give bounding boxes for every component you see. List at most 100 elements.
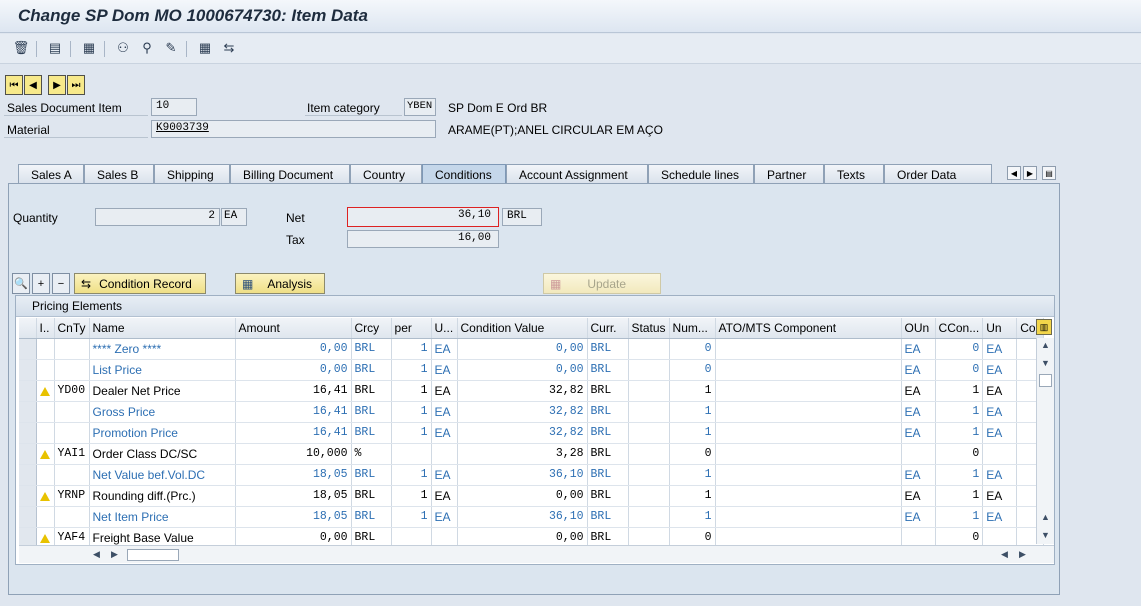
col-amount[interactable]: 18,05 [235, 464, 352, 486]
col-un[interactable]: EA [982, 359, 1018, 381]
partner-icon[interactable]: ⚇ [114, 39, 132, 57]
col-uom[interactable]: EA [431, 338, 458, 360]
col-amount[interactable]: 18,05 [235, 485, 352, 507]
col-status[interactable] [628, 380, 670, 402]
col-curr[interactable]: BRL [587, 401, 629, 423]
tab-list-icon[interactable]: ▤ [1042, 166, 1056, 180]
col-name[interactable]: Promotion Price [89, 422, 236, 444]
col-name[interactable]: Dealer Net Price [89, 380, 236, 402]
col-ccon[interactable]: 1 [935, 464, 984, 486]
edit-icon[interactable]: ✎ [162, 39, 180, 57]
col-name[interactable]: Net Value bef.Vol.DC [89, 464, 236, 486]
col-condition-value[interactable]: 32,82 [457, 380, 588, 402]
row-selector[interactable] [19, 359, 37, 381]
col-oun[interactable] [901, 443, 936, 465]
quantity-unit-field[interactable]: EA [221, 208, 247, 226]
col-status[interactable] [628, 506, 670, 528]
delete-row-icon[interactable]: − [52, 273, 70, 294]
tax-field[interactable]: 16,00 [347, 230, 499, 248]
col-curr[interactable]: BRL [587, 422, 629, 444]
scroll-up-bottom-icon[interactable]: ▲ [1041, 512, 1050, 522]
col-curr[interactable]: BRL [587, 485, 629, 507]
col-header-amount[interactable]: Amount [235, 318, 352, 339]
col-un[interactable]: EA [982, 338, 1018, 360]
col-ccon[interactable]: 1 [935, 506, 984, 528]
col-condition-value[interactable]: 36,10 [457, 506, 588, 528]
col-crcy[interactable]: % [351, 443, 392, 465]
scroll-left-end-icon[interactable]: ◀ [1001, 549, 1008, 560]
scroll-right-icon[interactable]: ▶ [111, 549, 118, 560]
col-cnty[interactable] [54, 506, 90, 528]
col-status[interactable] [628, 443, 670, 465]
col-oun[interactable]: EA [901, 485, 936, 507]
col-num[interactable]: 1 [669, 422, 716, 444]
next-item-button[interactable]: ▶ [48, 75, 66, 95]
col-header-indicator[interactable]: I.. [36, 318, 55, 339]
col-num[interactable]: 0 [669, 338, 716, 360]
col-header-condition-value[interactable]: Condition Value [457, 318, 588, 339]
quantity-field[interactable]: 2 [95, 208, 220, 226]
col-status[interactable] [628, 464, 670, 486]
condition-record-button[interactable]: ⇆ Condition Record [74, 273, 206, 294]
col-oun[interactable]: EA [901, 359, 936, 381]
col-un[interactable]: EA [982, 464, 1018, 486]
find-icon[interactable]: ⚲ [138, 39, 156, 57]
col-name[interactable]: Order Class DC/SC [89, 443, 236, 465]
col-uom[interactable]: EA [431, 359, 458, 381]
net-field[interactable]: 36,10 [347, 207, 499, 227]
net-currency-field[interactable]: BRL [502, 208, 542, 226]
col-per[interactable]: 1 [391, 422, 432, 444]
col-cnty[interactable] [54, 338, 90, 360]
col-condition-value[interactable]: 0,00 [457, 485, 588, 507]
col-condition-value[interactable]: 36,10 [457, 464, 588, 486]
col-per[interactable]: 1 [391, 380, 432, 402]
col-ato-mts[interactable] [715, 506, 902, 528]
col-num[interactable]: 0 [669, 359, 716, 381]
col-header-oun[interactable]: OUn [901, 318, 936, 339]
col-oun[interactable]: EA [901, 464, 936, 486]
col-un[interactable]: EA [982, 485, 1018, 507]
col-status[interactable] [628, 401, 670, 423]
col-cnty[interactable]: YD00 [54, 380, 90, 402]
col-header-uom[interactable]: U... [431, 318, 458, 339]
item-overview-icon[interactable]: ▦ [80, 39, 98, 57]
col-curr[interactable]: BRL [587, 506, 629, 528]
col-amount[interactable]: 10,000 [235, 443, 352, 465]
item-category-field[interactable]: YBEN [404, 98, 436, 116]
col-ato-mts[interactable] [715, 401, 902, 423]
col-per[interactable]: 1 [391, 338, 432, 360]
col-header-status[interactable]: Status [628, 318, 670, 339]
table-row[interactable]: YD00 Dealer Net Price 16,41 BRL 1 EA 32,82 BRL 1… [19, 380, 1044, 402]
condition-detail-icon[interactable]: 🔍 [12, 273, 30, 294]
tab-partner[interactable]: Partner [754, 164, 824, 184]
col-per[interactable]: 1 [391, 506, 432, 528]
col-curr[interactable]: BRL [587, 338, 629, 360]
first-item-button[interactable]: ⏮ [5, 75, 23, 95]
column-settings-icon[interactable]: ▥ [1036, 319, 1052, 335]
calculator-icon[interactable]: ▦ [196, 39, 214, 57]
col-cnty[interactable] [54, 401, 90, 423]
tab-scroll-right-icon[interactable]: ▶ [1023, 166, 1037, 180]
row-selector[interactable] [19, 401, 37, 423]
col-ccon[interactable]: 0 [935, 359, 984, 381]
col-num[interactable]: 1 [669, 380, 716, 402]
scroll-left-icon[interactable]: ◀ [93, 549, 100, 560]
col-amount[interactable]: 16,41 [235, 380, 352, 402]
scroll-right-end-icon[interactable]: ▶ [1019, 549, 1026, 560]
col-ato-mts[interactable] [715, 443, 902, 465]
col-ccon[interactable]: 1 [935, 422, 984, 444]
col-header-crcy[interactable]: Crcy [351, 318, 392, 339]
col-uom[interactable]: EA [431, 422, 458, 444]
col-per[interactable]: 1 [391, 359, 432, 381]
sales-doc-item-field[interactable]: 10 [151, 98, 197, 116]
col-status[interactable] [628, 422, 670, 444]
col-header-ccon[interactable]: CCon... [935, 318, 984, 339]
table-row[interactable]: Promotion Price 16,41 BRL 1 EA 32,82 BRL 1 EA 1 EA [19, 422, 1044, 444]
col-amount[interactable]: 0,00 [235, 338, 352, 360]
update-button[interactable]: ▦ Update [543, 273, 661, 294]
col-oun[interactable]: EA [901, 401, 936, 423]
tab-sales-b[interactable]: Sales B [84, 164, 154, 184]
col-cnty[interactable]: YAI1 [54, 443, 90, 465]
col-amount[interactable]: 0,00 [235, 359, 352, 381]
col-amount[interactable]: 18,05 [235, 506, 352, 528]
